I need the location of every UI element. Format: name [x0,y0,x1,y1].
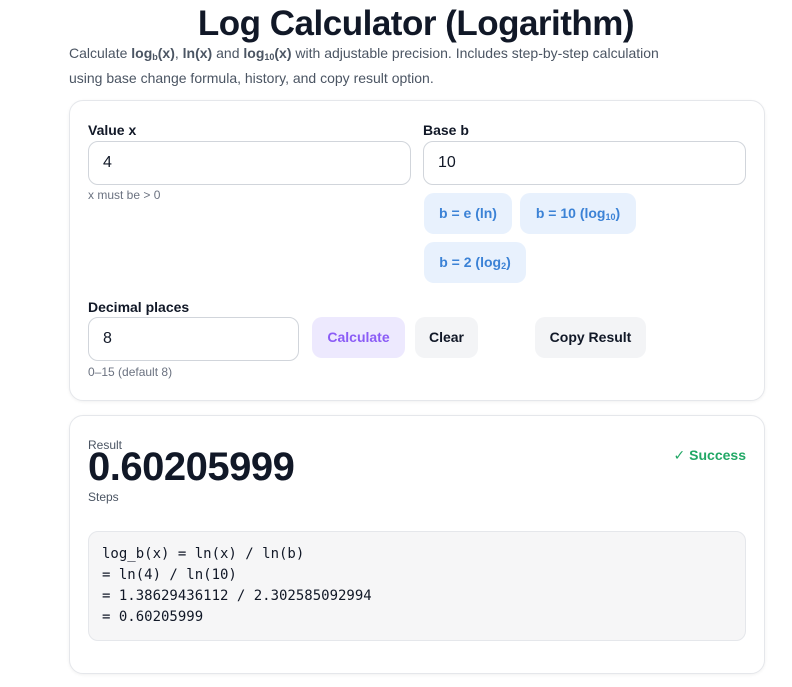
base-b-label: Base b [423,122,469,138]
step-line: log_b(x) = ln(x) / ln(b) [102,546,305,562]
preset-base-e-button[interactable]: b = e (ln) [424,193,512,234]
clear-button[interactable]: Clear [415,317,478,358]
status-badge: ✓ Success [673,447,746,463]
result-value: 0.60205999 [88,445,295,489]
page-description: Calculate logb(x), ln(x) and log10(x) wi… [69,45,659,86]
decimal-places-input[interactable]: 8 [88,317,299,361]
decimal-places-hint: 0–15 (default 8) [88,365,173,379]
preset-base-2-button[interactable]: b = 2 (log2) [424,242,526,283]
ln-term: ln(x) [182,45,213,61]
page-title: Log Calculator (Logarithm) [197,4,635,43]
copy-result-button[interactable]: Copy Result [535,317,646,358]
decimal-places-label: Decimal places [88,299,190,315]
log10-term: log10(x) [243,45,292,62]
preset-base-10-button[interactable]: b = 10 (log10) [520,193,636,234]
value-x-label: Value x [88,122,137,138]
step-line: = 1.38629436112 / 2.302585092994 [102,588,372,604]
value-x-hint: x must be > 0 [88,188,161,202]
logb-term: logb(x) [131,45,175,62]
base-b-input[interactable]: 10 [423,141,746,185]
calculate-button[interactable]: Calculate [312,317,405,358]
steps-label: Steps [88,490,119,504]
value-x-input[interactable]: 4 [88,141,411,185]
steps-box: log_b(x) = ln(x) / ln(b) = ln(4) / ln(10… [88,531,746,641]
input-card: Value x 4 x must be > 0 Base b 10 b = e … [69,100,765,401]
step-line: = ln(4) / ln(10) [102,567,237,583]
step-line: = 0.60205999 [102,609,204,625]
result-card: Result 0.60205999 ✓ Success Steps log_b(… [69,415,765,674]
